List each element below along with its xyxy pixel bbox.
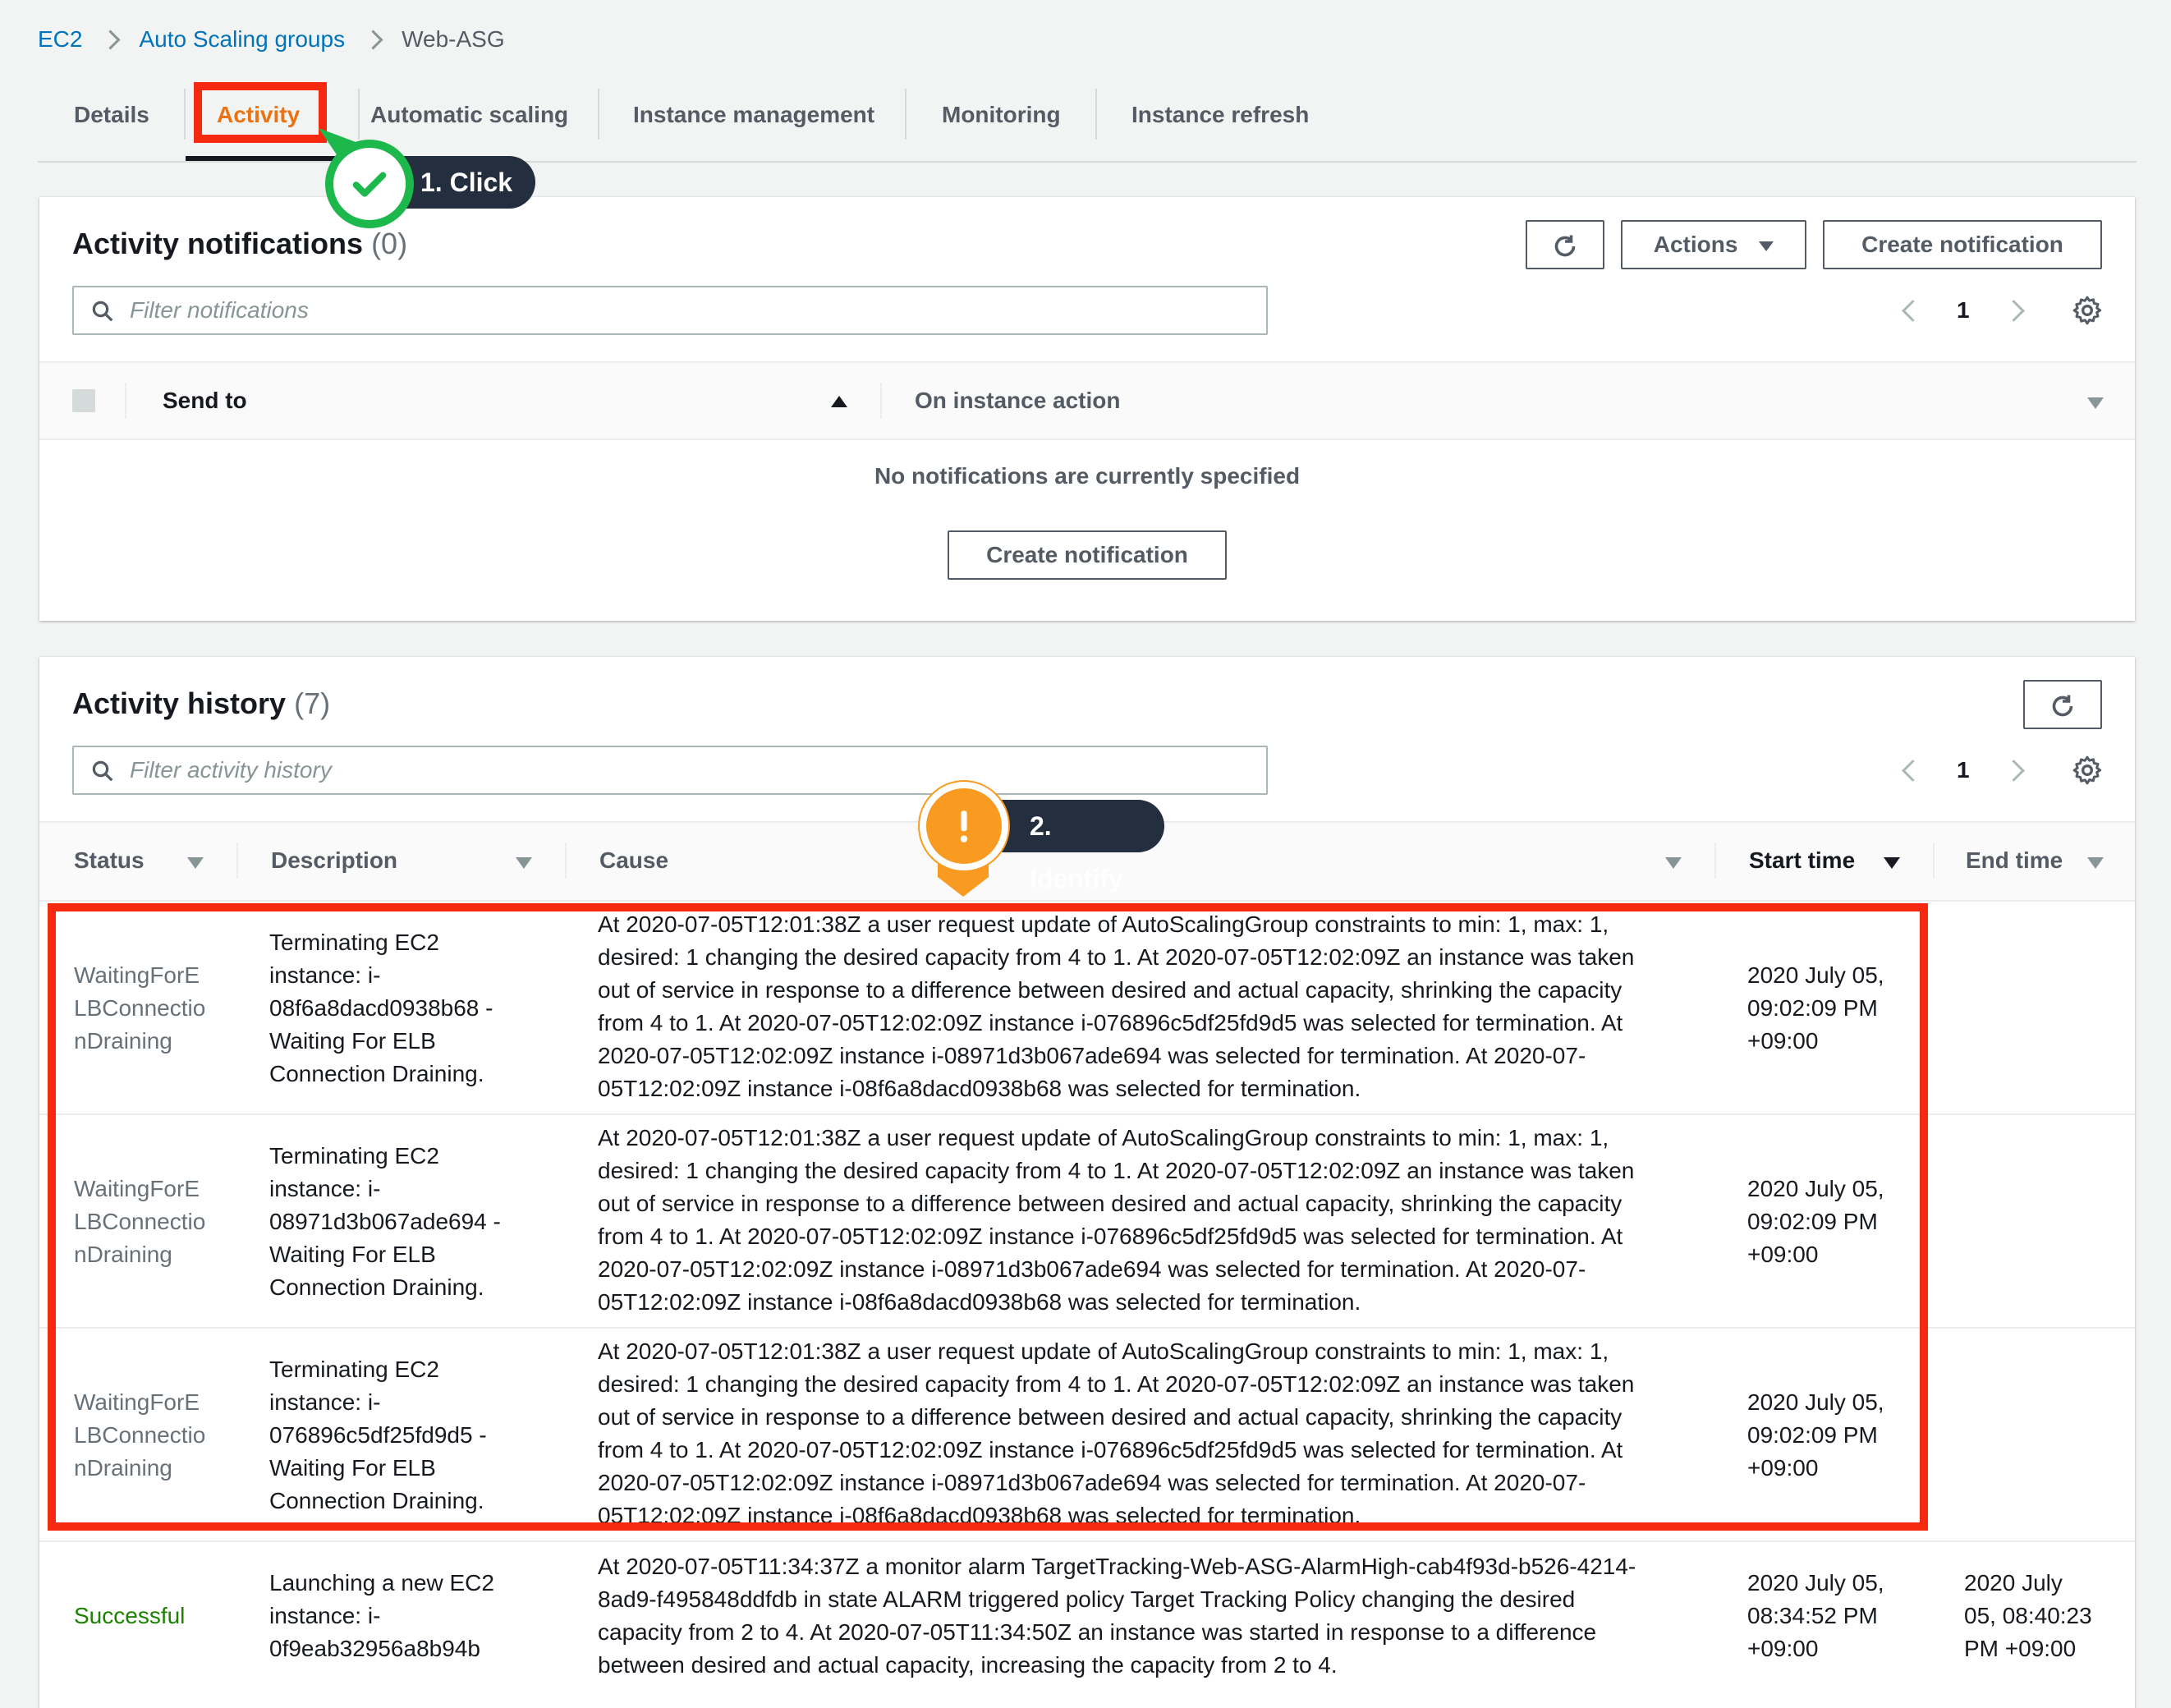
refresh-history-button[interactable]	[2023, 680, 2102, 729]
tab-divider	[1095, 89, 1097, 140]
tab-divider	[598, 89, 599, 140]
notifications-title: Activity notifications	[72, 227, 364, 260]
row-status: Successful	[74, 1603, 186, 1628]
notifications-heading: Activity notifications (0)	[72, 227, 407, 261]
column-divider	[565, 843, 567, 879]
create-notification-empty-button[interactable]: Create notification	[948, 530, 1227, 580]
exclamation-icon	[960, 810, 968, 843]
chevron-left-icon[interactable]	[1902, 759, 1924, 782]
tab-divider	[905, 89, 906, 140]
column-on-instance-action[interactable]: On instance action	[915, 388, 1121, 414]
column-description[interactable]: Description	[271, 847, 397, 874]
column-divider	[125, 383, 126, 419]
chevron-right-icon[interactable]	[2002, 759, 2025, 782]
notifications-table-header: Send to On instance action	[39, 361, 2135, 440]
chevron-right-icon	[100, 29, 121, 50]
sort-ascending-icon[interactable]	[831, 396, 847, 407]
column-send-to[interactable]: Send to	[163, 388, 247, 414]
column-divider	[1933, 843, 1935, 879]
refresh-notifications-button[interactable]	[1526, 220, 1604, 269]
chevron-left-icon[interactable]	[1902, 299, 1924, 322]
activity-notifications-panel: Activity notifications (0) Actions Creat…	[39, 197, 2135, 621]
column-end-time[interactable]: End time	[1966, 847, 2063, 874]
notifications-pagination: 1	[1902, 292, 2069, 328]
search-icon	[92, 301, 113, 322]
settings-gear-icon[interactable]	[2071, 294, 2104, 327]
table-row[interactable]: Successful Launching a new EC2 instance: …	[39, 1542, 2135, 1708]
chevron-right-icon[interactable]	[2002, 299, 2025, 322]
filter-caret-icon[interactable]	[1665, 857, 1682, 869]
row-end-time: 2020 July 05, 08:40:23 PM +09:00	[1964, 1570, 2092, 1661]
actions-label: Actions	[1653, 232, 1738, 257]
history-title: Activity history	[72, 686, 287, 720]
actions-dropdown-button[interactable]: Actions	[1621, 220, 1806, 269]
column-divider	[1714, 843, 1716, 879]
settings-gear-icon[interactable]	[2071, 754, 2104, 787]
refresh-icon	[1554, 235, 1576, 256]
filter-notifications-input[interactable]: Filter notifications	[72, 286, 1268, 335]
row-cause: At 2020-07-05T11:34:37Z a monitor alarm …	[598, 1554, 1636, 1678]
tab-instance-refresh[interactable]: Instance refresh	[1131, 82, 1309, 161]
column-cause[interactable]: Cause	[599, 847, 668, 874]
click-callout: 1. Click	[314, 123, 539, 228]
breadcrumb-auto-scaling-groups[interactable]: Auto Scaling groups	[139, 26, 345, 53]
filter-history-placeholder: Filter activity history	[130, 757, 332, 783]
search-icon	[92, 760, 113, 782]
tab-monitoring[interactable]: Monitoring	[942, 82, 1061, 161]
history-heading: Activity history (7)	[72, 686, 330, 721]
breadcrumb-current: Web-ASG	[402, 26, 505, 52]
column-start-time[interactable]: Start time	[1749, 847, 1855, 874]
column-divider	[880, 383, 882, 419]
refresh-icon	[2052, 695, 2073, 716]
breadcrumb: EC2 Auto Scaling groups Web-ASG	[38, 21, 505, 57]
tab-instance-management[interactable]: Instance management	[633, 82, 874, 161]
activity-tab-highlight	[194, 82, 327, 143]
caret-down-icon	[1759, 241, 1774, 251]
sort-descending-icon[interactable]	[1884, 857, 1900, 869]
create-notification-button[interactable]: Create notification	[1823, 220, 2102, 269]
column-divider	[236, 843, 238, 879]
terminating-rows-highlight	[48, 903, 1928, 1531]
column-status[interactable]: Status	[74, 847, 145, 874]
tab-details[interactable]: Details	[74, 82, 149, 161]
filter-caret-icon[interactable]	[2087, 397, 2104, 409]
history-page-number[interactable]: 1	[1957, 757, 1970, 783]
filter-caret-icon[interactable]	[516, 857, 532, 869]
notifications-count: (0)	[371, 227, 408, 260]
row-start-time: 2020 July 05, 08:34:52 PM +09:00	[1747, 1570, 1884, 1661]
filter-caret-icon[interactable]	[2087, 857, 2104, 869]
history-count: (7)	[294, 686, 331, 720]
filter-notifications-placeholder: Filter notifications	[130, 297, 309, 323]
filter-caret-icon[interactable]	[187, 857, 204, 869]
select-all-checkbox[interactable]	[72, 389, 95, 412]
checkmark-badge	[325, 140, 414, 228]
notifications-page-number[interactable]: 1	[1957, 297, 1970, 324]
row-description: Launching a new EC2 instance: i- 0f9eab329…	[269, 1570, 494, 1661]
empty-notifications-text: No notifications are currently specified	[874, 463, 1301, 489]
chevron-right-icon	[363, 29, 383, 50]
exclamation-badge	[920, 782, 1008, 870]
tab-divider	[184, 89, 186, 140]
breadcrumb-ec2[interactable]: EC2	[38, 26, 82, 53]
identify-callout: 2. Identify	[918, 782, 1164, 905]
history-pagination: 1	[1902, 752, 2069, 788]
checkmark-icon	[352, 172, 387, 197]
